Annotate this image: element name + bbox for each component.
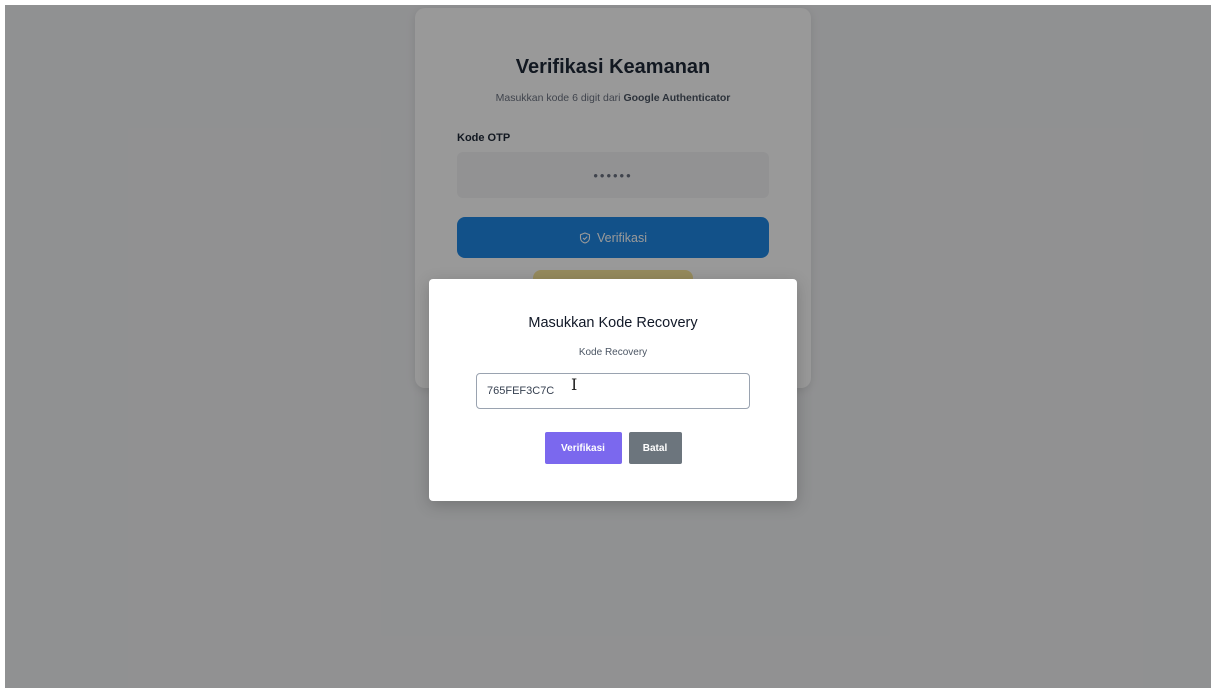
- dialog-title: Masukkan Kode Recovery: [528, 315, 698, 331]
- dialog-cancel-button[interactable]: Batal: [628, 432, 682, 464]
- recovery-code-input[interactable]: [476, 373, 750, 409]
- dialog-actions: Verifikasi Batal: [429, 432, 797, 464]
- page-viewport: Verifikasi Keamanan Masukkan kode 6 digi…: [5, 5, 1211, 688]
- recovery-code-dialog: Masukkan Kode Recovery Kode Recovery I V…: [429, 279, 797, 501]
- dialog-verify-button[interactable]: Verifikasi: [544, 432, 622, 464]
- recovery-code-label: Kode Recovery: [578, 347, 648, 358]
